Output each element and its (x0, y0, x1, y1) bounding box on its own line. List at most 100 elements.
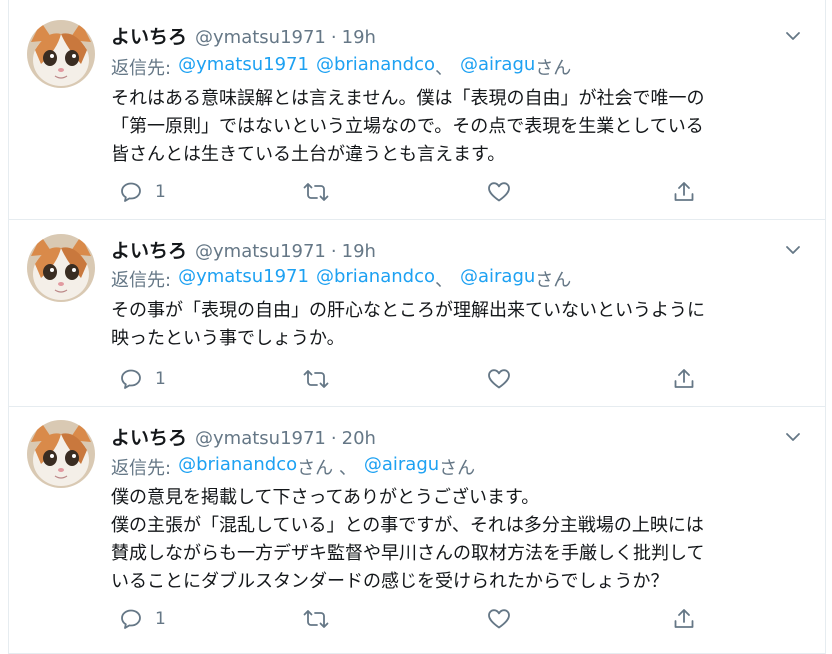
retweet-icon (303, 610, 329, 628)
tweet-text: それはある意味誤解とは言えません。僕は「表現の自由」が社会で唯一の 「第一原則」で… (111, 85, 801, 169)
tweet-actions: 1 (109, 180, 709, 206)
tweet-text: その事が「表現の自由」の肝心なところが理解出来ていないというように 映ったという事… (111, 297, 801, 353)
replying-to-label: 返信先: (111, 270, 172, 291)
mention-link[interactable]: @brianandco (178, 454, 297, 480)
tweet-header: よいちろ @ymatsu1971 · 19h (111, 236, 376, 263)
replying-to: 返信先: @ymatsu1971 @brianandco、 @airagu さん (111, 54, 571, 80)
replying-to-label: 返信先: (111, 458, 172, 479)
tweet-actions: 1 (109, 607, 709, 633)
tweet[interactable]: よいちろ @ymatsu1971 · 20h 返信先: @brianandco さん 、 @a… (9, 408, 825, 654)
heart-icon (488, 182, 510, 202)
tweet-text: 僕の意見を掲載して下さってありがとうございます。僕の主張が「混乱している」との事… (111, 484, 801, 596)
avatar[interactable] (27, 420, 95, 488)
display-name[interactable]: よいちろ (111, 423, 187, 450)
tweet-text-line: 僕の主張が「混乱している」との事ですが、それは多分主戦場の上映には (111, 515, 704, 536)
mention-link[interactable]: @brianandco (316, 266, 435, 292)
replying-to: 返信先: @ymatsu1971 @brianandco、 @airagu さん (111, 266, 571, 292)
mention-link[interactable]: @brianandco (316, 54, 435, 80)
timestamp[interactable]: 19h (342, 27, 376, 48)
timestamp[interactable]: 20h (342, 428, 376, 449)
heart-icon (488, 369, 510, 389)
tweet-text-line: 僕の意見を掲載して下さってありがとうございます。 (111, 487, 540, 508)
reply-button[interactable]: 1 (119, 607, 166, 631)
chevron-down-icon (786, 32, 800, 40)
share-icon (674, 369, 694, 388)
tweet[interactable]: よいちろ @ymatsu1971 · 19h 返信先: @ymatsu1971 @brian… (9, 0, 825, 220)
retweet-icon (303, 183, 329, 201)
more-menu-button[interactable] (783, 240, 803, 260)
separator-dot: · (330, 428, 337, 449)
reply-icon (121, 609, 141, 629)
reply-button[interactable]: 1 (119, 367, 166, 391)
share-button[interactable] (672, 367, 696, 391)
mention-suffix: さん (535, 270, 572, 291)
like-button[interactable] (487, 180, 511, 204)
reply-icon (121, 369, 141, 389)
mention-link[interactable]: @airagu (460, 54, 535, 80)
like-button[interactable] (487, 367, 511, 391)
mention-suffix: 、 (435, 270, 453, 291)
reply-count: 1 (155, 182, 166, 202)
tweet-text-line: その事が「表現の自由」の肝心なところが理解出来ていないというように (111, 300, 705, 321)
like-button[interactable] (487, 607, 511, 631)
tweet-text-line: それはある意味誤解とは言えません。僕は「表現の自由」が社会で唯一の (111, 88, 705, 109)
mention-link[interactable]: @ymatsu1971 (178, 54, 309, 80)
heart-icon (488, 609, 510, 629)
avatar-image (27, 20, 95, 88)
reply-icon (121, 182, 141, 202)
share-button[interactable] (672, 607, 696, 631)
tweet[interactable]: よいちろ @ymatsu1971 · 19h 返信先: @ymatsu1971 @brian… (9, 221, 825, 407)
reply-button[interactable]: 1 (119, 180, 166, 204)
more-menu-button[interactable] (783, 427, 803, 447)
mention-link[interactable]: @airagu (364, 454, 439, 480)
tweet-text-line: 映ったという事でしょうか。 (111, 328, 345, 349)
avatar[interactable] (27, 234, 95, 302)
timeline: よいちろ @ymatsu1971 · 19h 返信先: @ymatsu1971 @brian… (8, 0, 826, 654)
more-menu-button[interactable] (783, 26, 803, 46)
separator-dot: · (330, 241, 337, 262)
retweet-button[interactable] (303, 367, 329, 391)
tweet-text-line: いることにダブルスタンダードの感じを受けられたからでしょうか？ (111, 571, 669, 592)
chevron-down-icon (786, 433, 800, 441)
user-handle[interactable]: @ymatsu1971 (195, 428, 326, 449)
mention-link[interactable]: @airagu (460, 266, 535, 292)
user-handle[interactable]: @ymatsu1971 (195, 241, 326, 262)
mention-suffix: さん 、 (297, 458, 357, 479)
chevron-down-icon (786, 246, 800, 254)
share-icon (674, 182, 694, 201)
tweet-header: よいちろ @ymatsu1971 · 19h (111, 22, 376, 49)
share-button[interactable] (672, 180, 696, 204)
replying-to-label: 返信先: (111, 58, 172, 79)
tweet-text-line: 「第一原則」ではないという立場なので。その点で表現を生業としている (111, 116, 704, 137)
retweet-button[interactable] (303, 180, 329, 204)
mention-link[interactable]: @ymatsu1971 (178, 266, 309, 292)
mention-suffix: 、 (435, 58, 453, 79)
mention-suffix: さん (439, 458, 476, 479)
share-icon (674, 609, 694, 628)
timestamp[interactable]: 19h (342, 241, 376, 262)
mention-suffix: さん (535, 58, 572, 79)
retweet-icon (303, 370, 329, 388)
retweet-button[interactable] (303, 607, 329, 631)
tweet-text-line: 皆さんとは生きている土台が違うとも言えます。 (111, 144, 506, 165)
user-handle[interactable]: @ymatsu1971 (195, 27, 326, 48)
separator-dot: · (330, 27, 337, 48)
avatar-image (27, 420, 95, 488)
reply-count: 1 (155, 369, 166, 389)
avatar[interactable] (27, 20, 95, 88)
reply-count: 1 (155, 609, 166, 629)
tweet-header: よいちろ @ymatsu1971 · 20h (111, 423, 376, 450)
replying-to: 返信先: @brianandco さん 、 @airagu さん (111, 454, 475, 480)
display-name[interactable]: よいちろ (111, 22, 187, 49)
tweet-actions: 1 (109, 367, 709, 393)
display-name[interactable]: よいちろ (111, 236, 187, 263)
tweet-text-line: 賛成しながらも一方デザキ監督や早川さんの取材方法を手厳しく批判して (111, 543, 705, 564)
